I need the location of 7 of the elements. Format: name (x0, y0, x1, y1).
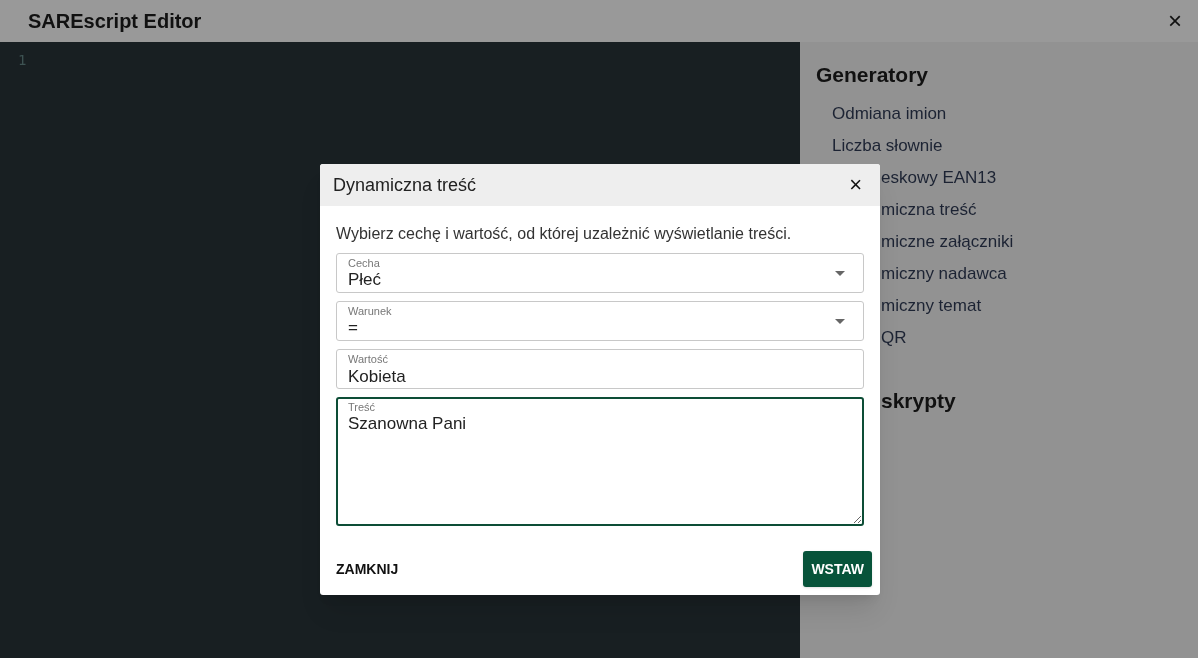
field-label: Wartość (348, 353, 388, 366)
section-heading: skrypty (880, 388, 957, 414)
section-heading: Generatory (815, 62, 930, 88)
dialog-title: Dynamiczna treść (333, 173, 477, 197)
instruction-text: Wybierz cechę i wartość, od której uzależnić wyświetlanie treści. (336, 224, 793, 244)
window-title: SAREscript Editor (28, 9, 202, 34)
field-label: Treść (348, 401, 376, 414)
